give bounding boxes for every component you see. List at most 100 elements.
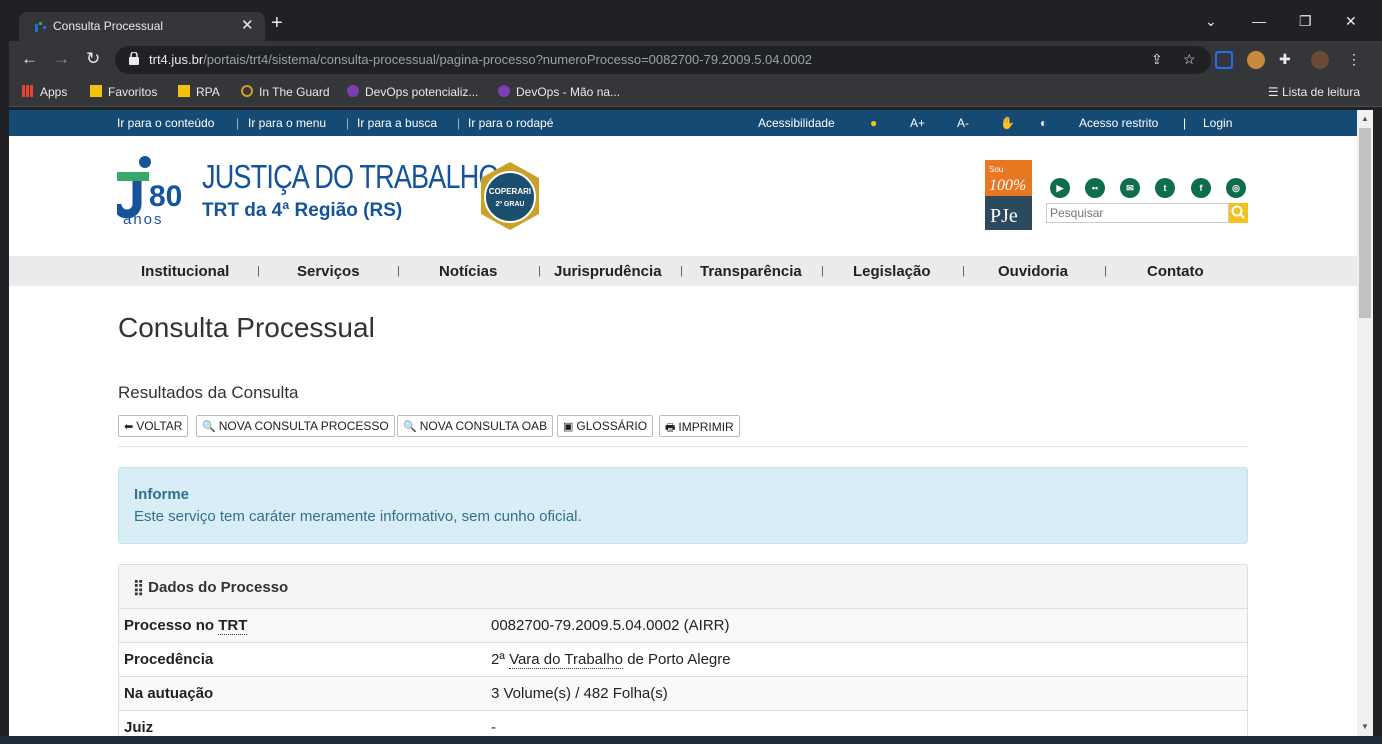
bookmark-devops-2[interactable]: DevOps - Mão na... <box>498 85 620 99</box>
bookmark-rpa[interactable]: RPA <box>178 85 220 99</box>
divider: | <box>457 116 461 130</box>
page-scrollbar[interactable]: ▲ ▼ <box>1357 110 1373 736</box>
jt-80-anos-logo[interactable]: 80 anos <box>117 154 197 226</box>
alert-text: Este serviço tem caráter meramente infor… <box>134 508 582 525</box>
menu-transparencia[interactable]: Transparência <box>700 263 802 280</box>
main-menu: Institucional | Serviços | Notícias | Ju… <box>9 256 1357 286</box>
divider: | <box>821 265 824 277</box>
site-subtitle: TRT da 4ª Região (RS) <box>202 200 403 221</box>
process-data-panel: ⣿ Dados do Processo Processo no TRT 0082… <box>118 564 1248 736</box>
site-title[interactable]: JUSTIÇA DO TRABALHO <box>202 158 500 196</box>
accessibility-link[interactable]: Acessibilidade <box>758 116 835 130</box>
sign-language-icon[interactable]: ✋ <box>1000 116 1015 130</box>
twitter-icon[interactable]: t <box>1155 178 1175 198</box>
flickr-icon[interactable]: •• <box>1085 178 1105 198</box>
menu-jurisprudencia[interactable]: Jurisprudência <box>554 263 662 280</box>
menu-ouvidoria[interactable]: Ouvidoria <box>998 263 1068 280</box>
scrollbar-thumb[interactable] <box>1359 128 1371 318</box>
pje-100-text: 100% <box>989 177 1026 194</box>
new-tab-button[interactable]: + <box>271 12 283 35</box>
extension-ui-icon[interactable] <box>1215 51 1233 69</box>
menu-servicos[interactable]: Serviços <box>297 263 360 280</box>
minimize-icon[interactable]: — <box>1252 13 1266 29</box>
bookmarks-bar: Apps Favoritos RPA In The Guard DevOps p… <box>9 79 1382 107</box>
extension-avatar-icon[interactable] <box>1247 51 1265 69</box>
menu-kebab-icon[interactable]: ⋮ <box>1347 51 1361 68</box>
divider: | <box>1104 265 1107 277</box>
print-button[interactable]: 🖶 IMPRIMIR <box>659 415 740 437</box>
reload-icon[interactable]: ↻ <box>86 49 100 69</box>
scroll-down-icon[interactable]: ▼ <box>1361 722 1369 731</box>
apps-grid-icon <box>22 85 34 97</box>
skip-to-footer-link[interactable]: Ir para o rodapé <box>468 116 553 130</box>
row-value: 0082700-79.2009.5.04.0002 (AIRR) <box>491 617 730 634</box>
row-label: Procedência <box>124 651 214 668</box>
glossary-button[interactable]: ▣ GLOSSÁRIO <box>557 415 654 437</box>
browser-window: Consulta Processual ✕ + ⌄ — ❐ ✕ ← → ↻ tr… <box>0 0 1382 744</box>
instagram-icon[interactable]: ◎ <box>1226 178 1246 198</box>
site-search-input[interactable] <box>1046 203 1229 223</box>
tab-search-icon[interactable]: ⌄ <box>1205 13 1217 30</box>
email-icon[interactable]: ✉ <box>1120 178 1140 198</box>
divider: | <box>257 265 260 277</box>
search-button[interactable] <box>1229 203 1248 223</box>
pje-100-logo[interactable]: Sou 100% PJe <box>985 160 1032 230</box>
font-increase-button[interactable]: A+ <box>910 116 925 130</box>
alert-title: Informe <box>134 486 190 503</box>
menu-institucional[interactable]: Institucional <box>141 263 229 280</box>
menu-contato[interactable]: Contato <box>1147 263 1204 280</box>
bookmark-favoritos[interactable]: Favoritos <box>90 85 157 99</box>
back-button[interactable]: ⬅ VOLTAR <box>118 415 189 437</box>
forward-icon[interactable]: → <box>53 49 70 69</box>
bookmark-devops-1[interactable]: DevOps potencializ... <box>347 85 478 99</box>
new-process-search-button[interactable]: 🔍 NOVA CONSULTA PROCESSO <box>196 415 395 437</box>
tab-close-icon[interactable]: ✕ <box>241 16 254 34</box>
row-label: Processo no TRT <box>124 617 248 635</box>
skip-to-content-link[interactable]: Ir para o conteúdo <box>117 116 214 130</box>
browser-tab[interactable]: Consulta Processual ✕ <box>19 12 265 41</box>
site-favicon-icon <box>35 22 46 32</box>
facebook-icon[interactable]: f <box>1191 178 1211 198</box>
close-window-icon[interactable]: ✕ <box>1345 13 1357 30</box>
contrast-icon[interactable]: ◐ <box>1040 116 1047 130</box>
devops-icon <box>347 85 359 97</box>
sitemap-icon: ⣿ <box>133 579 149 596</box>
menu-noticias[interactable]: Notícias <box>439 263 497 280</box>
folder-icon <box>90 85 102 97</box>
seal-text-top: COPERARI <box>489 187 531 196</box>
extensions-puzzle-icon[interactable]: ✚ <box>1279 51 1291 68</box>
address-bar[interactable]: trt4.jus.br/portais/trt4/sistema/consult… <box>115 46 1211 74</box>
new-oab-search-button[interactable]: 🔍 NOVA CONSULTA OAB <box>397 415 554 437</box>
coperari-seal-icon: COPERARI 2º GRAU <box>481 162 539 230</box>
back-icon[interactable]: ← <box>21 49 38 69</box>
panel-header: ⣿ Dados do Processo <box>119 565 1247 609</box>
results-heading: Resultados da Consulta <box>118 383 299 402</box>
info-icon[interactable]: ● <box>870 116 877 130</box>
bookmark-star-icon[interactable]: ☆ <box>1183 51 1196 68</box>
restricted-access-link[interactable]: Acesso restrito <box>1079 116 1158 130</box>
scroll-up-icon[interactable]: ▲ <box>1361 114 1369 123</box>
profile-avatar[interactable] <box>1311 51 1329 69</box>
bookmark-apps[interactable]: Apps <box>22 85 67 99</box>
font-decrease-button[interactable]: A- <box>957 116 969 130</box>
reading-list[interactable]: ☰ Lista de leitura <box>1268 85 1360 99</box>
row-label: Juiz <box>124 719 154 736</box>
search-document-icon: 🔍 <box>403 421 417 433</box>
restore-icon[interactable]: ❐ <box>1299 13 1312 30</box>
bookmark-in-the-guard[interactable]: In The Guard <box>241 85 330 99</box>
skip-to-search-link[interactable]: Ir para a busca <box>357 116 437 130</box>
divider <box>118 446 1248 447</box>
page-title: Consulta Processual <box>118 312 375 343</box>
web-page: Ir para o conteúdo | Ir para o menu | Ir… <box>9 110 1357 736</box>
url-text: trt4.jus.br/portais/trt4/sistema/consult… <box>149 52 813 67</box>
tab-title: Consulta Processual <box>53 19 164 33</box>
share-icon[interactable]: ⇪ <box>1151 51 1163 68</box>
menu-legislacao[interactable]: Legislação <box>853 263 931 280</box>
skip-to-menu-link[interactable]: Ir para o menu <box>248 116 326 130</box>
reading-list-icon: ☰ <box>1267 85 1282 99</box>
login-link[interactable]: Login <box>1203 116 1232 130</box>
youtube-icon[interactable]: ▶ <box>1050 178 1070 198</box>
divider: | <box>397 265 400 277</box>
lock-icon <box>129 52 139 65</box>
info-alert: Informe Este serviço tem caráter meramen… <box>118 467 1248 544</box>
